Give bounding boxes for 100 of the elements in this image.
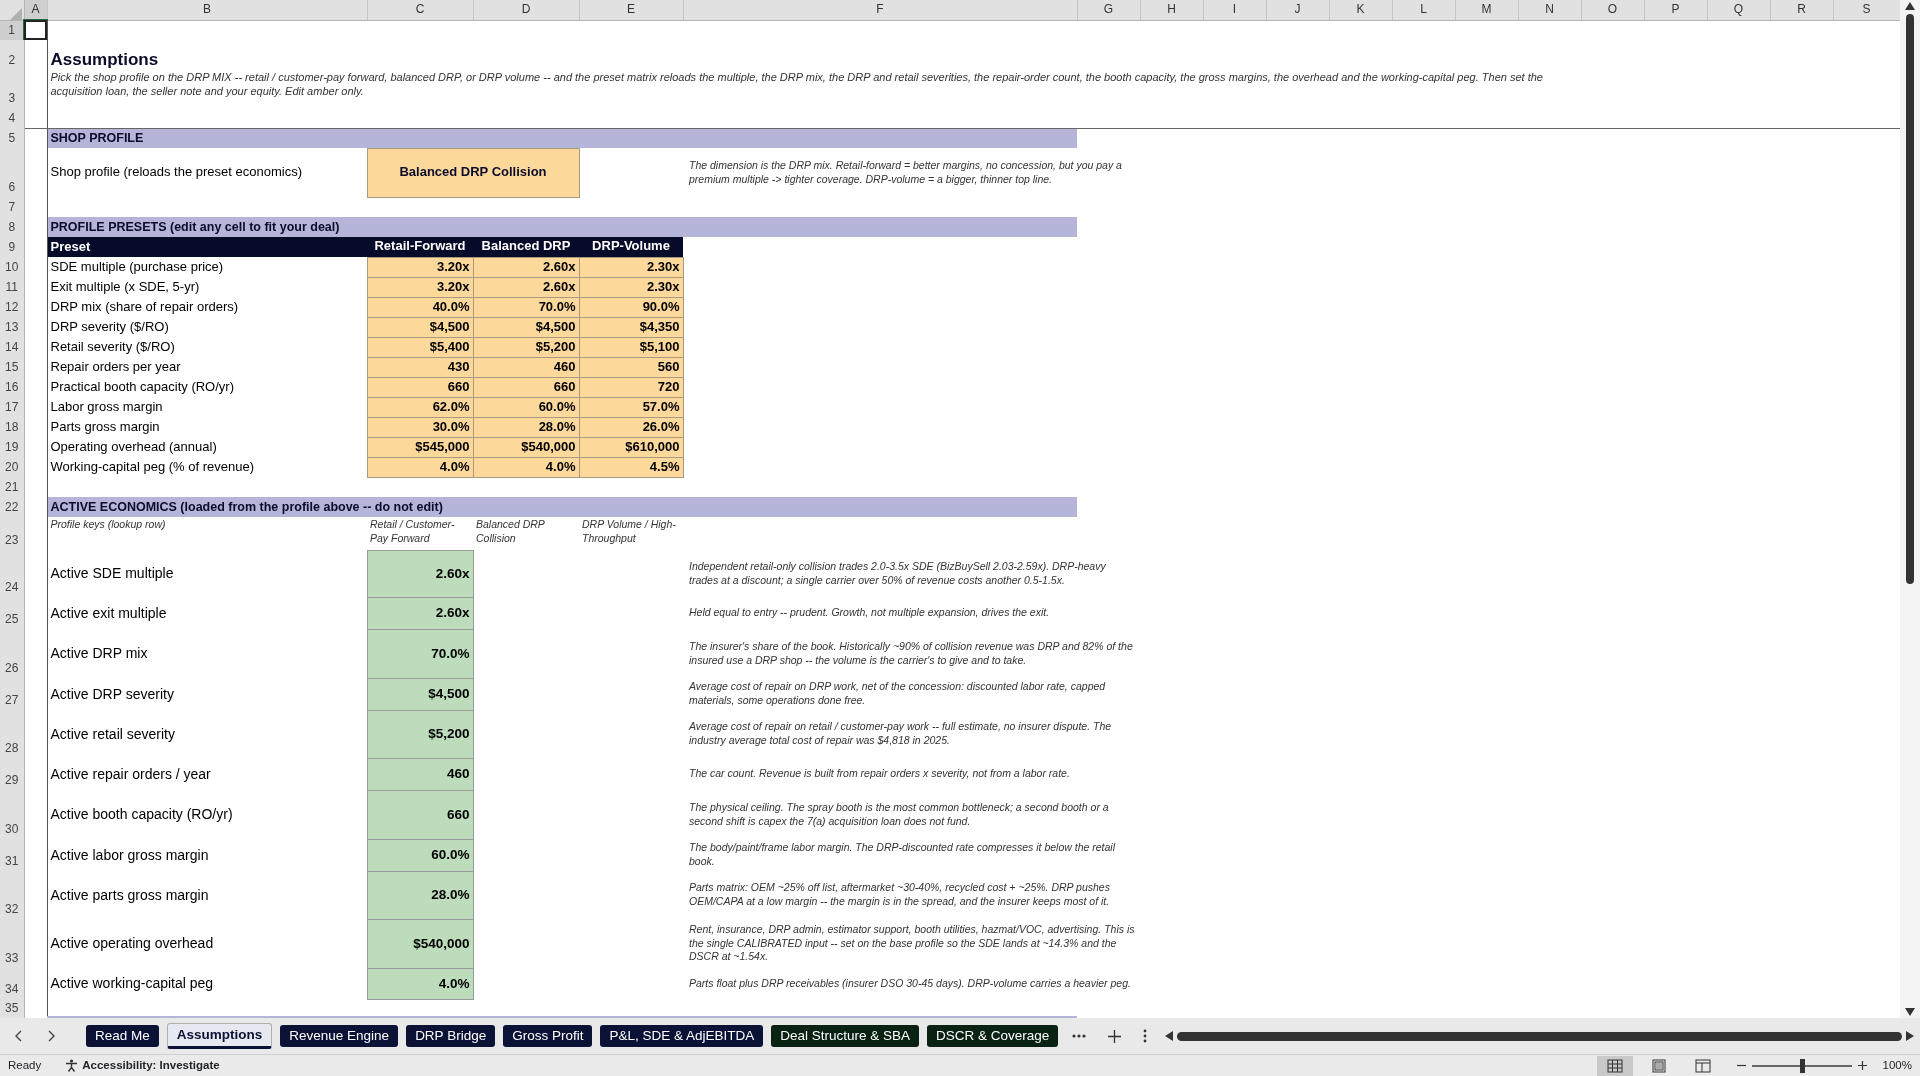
row-number[interactable]: 10	[0, 257, 24, 277]
input-cell[interactable]: 2.30x	[579, 257, 683, 277]
view-button[interactable]	[1596, 1055, 1633, 1076]
column-header[interactable]: K	[1329, 0, 1392, 20]
row-number[interactable]: 32	[0, 871, 24, 919]
column-header[interactable]: J	[1266, 0, 1329, 20]
row-number[interactable]: 15	[0, 357, 24, 377]
row-number[interactable]: 21	[0, 477, 24, 497]
column-header[interactable]: L	[1392, 0, 1455, 20]
input-cell[interactable]: 2.60x	[473, 257, 579, 277]
row-number[interactable]: 13	[0, 317, 24, 337]
zoom-level[interactable]: 100%	[1882, 1056, 1912, 1075]
input-cell[interactable]: 30.0%	[367, 417, 473, 437]
menu-icon[interactable]	[1143, 1029, 1148, 1043]
row-number[interactable]: 22	[0, 497, 24, 517]
section-header: ACTIVE ECONOMICS (loaded from the profile above -- do not edit)	[47, 497, 1077, 517]
value-cell: 2.60x	[367, 550, 473, 597]
row-number[interactable]: 11	[0, 277, 24, 297]
row-number[interactable]: 23	[0, 517, 24, 550]
zoom-in-icon[interactable]	[1857, 1061, 1867, 1070]
add-sheet-icon[interactable]	[1108, 1029, 1122, 1043]
input-cell[interactable]: $4,500	[367, 317, 473, 337]
column-header[interactable]: I	[1203, 0, 1266, 20]
accessibility-status[interactable]: Accessibility: Investigate	[82, 1056, 220, 1075]
row-number[interactable]: 26	[0, 629, 24, 678]
input-cell[interactable]: 430	[367, 357, 473, 377]
row-number[interactable]: 20	[0, 457, 24, 477]
row-number[interactable]: 5	[0, 128, 24, 148]
row-number[interactable]: 7	[0, 197, 24, 217]
note-text: Average cost of repair on retail / customer-pay work -- full estimate, no insurer dispute. The industry average total cost of repair was $4,818 in 2025.	[687, 719, 1113, 748]
input-cell[interactable]: $545,000	[367, 437, 473, 457]
profile-select[interactable]: Balanced DRP Collision	[367, 148, 579, 197]
row-number[interactable]: 2	[0, 40, 24, 70]
row-number[interactable]: 17	[0, 397, 24, 417]
row-number[interactable]: 12	[0, 297, 24, 317]
row-number[interactable]: 6	[0, 148, 24, 197]
previous-sheet-icon[interactable]	[14, 1030, 24, 1042]
scroll-right-icon[interactable]	[1906, 1031, 1914, 1041]
row-number[interactable]: 4	[0, 108, 24, 128]
column-header[interactable]: P	[1644, 0, 1707, 20]
input-cell[interactable]: 62.0%	[367, 397, 473, 417]
row-number[interactable]: 19	[0, 437, 24, 457]
column-header[interactable]: E	[579, 0, 683, 20]
input-cell[interactable]: 4.0%	[367, 457, 473, 477]
horizontal-scrollbar[interactable]	[1177, 1031, 1902, 1041]
input-cell[interactable]: $5,400	[367, 337, 473, 357]
row-number[interactable]: 3	[0, 70, 24, 108]
selected-cell[interactable]	[24, 20, 47, 40]
row-number[interactable]: 30	[0, 790, 24, 839]
row-number[interactable]: 24	[0, 550, 24, 597]
input-cell[interactable]: 660	[367, 377, 473, 397]
row-number[interactable]: 1	[0, 20, 24, 40]
row-number[interactable]: 31	[0, 839, 24, 871]
normal-view-icon	[1606, 1058, 1623, 1073]
sheet-tab[interactable]: DRP Bridge	[406, 1024, 496, 1048]
column-header[interactable]: M	[1455, 0, 1518, 20]
scroll-up-icon[interactable]	[1905, 2, 1915, 10]
input-cell[interactable]: 3.20x	[367, 257, 473, 277]
row-number[interactable]: 27	[0, 678, 24, 710]
sheet-tab[interactable]: Deal Structure & SBA	[771, 1024, 920, 1048]
row-label: Repair orders per year	[47, 357, 367, 377]
column-header[interactable]: B	[47, 0, 367, 20]
sheet-tab[interactable]: Revenue Engine	[280, 1024, 399, 1048]
row-number[interactable]: 9	[0, 237, 24, 257]
column-header[interactable]: A	[24, 0, 47, 20]
column-header[interactable]: H	[1140, 0, 1203, 20]
input-cell[interactable]: 40.0%	[367, 297, 473, 317]
column-header[interactable]: D	[473, 0, 579, 20]
column-header[interactable]: G	[1077, 0, 1140, 20]
input-cell[interactable]: 3.20x	[367, 277, 473, 297]
row-number[interactable]: 16	[0, 377, 24, 397]
next-sheet-icon[interactable]	[46, 1030, 56, 1042]
row-number[interactable]: 25	[0, 597, 24, 629]
sheet-tab[interactable]: P&L, SDE & AdjEBITDA	[600, 1024, 764, 1048]
scroll-down-icon[interactable]	[1905, 1008, 1915, 1016]
value-cell: 460	[367, 758, 473, 790]
row-number[interactable]: 34	[0, 968, 24, 999]
column-header[interactable]: S	[1833, 0, 1900, 20]
sheet-tab[interactable]: Gross Profit	[503, 1024, 593, 1048]
sheet-tab[interactable]: Read Me	[86, 1024, 159, 1048]
column-header[interactable]: N	[1518, 0, 1581, 20]
column-header[interactable]: O	[1581, 0, 1644, 20]
row-number[interactable]: 29	[0, 758, 24, 790]
column-header[interactable]: Q	[1707, 0, 1770, 20]
row-number[interactable]: 33	[0, 919, 24, 968]
sheet-tab[interactable]: Assumptions	[166, 1022, 273, 1050]
row-number[interactable]: 14	[0, 337, 24, 357]
more-icon[interactable]	[1072, 1034, 1087, 1038]
column-header[interactable]: F	[683, 0, 1077, 20]
scroll-thumb[interactable]	[1906, 14, 1914, 584]
row-number[interactable]: 28	[0, 710, 24, 758]
accessibility-icon[interactable]	[65, 1059, 79, 1072]
column-header[interactable]: R	[1770, 0, 1833, 20]
column-header[interactable]: C	[367, 0, 473, 20]
scroll-left-icon[interactable]	[1165, 1031, 1174, 1041]
sheet-tab[interactable]: DSCR & Coverage	[927, 1024, 1059, 1048]
row-number[interactable]: 18	[0, 417, 24, 437]
row-number[interactable]: 8	[0, 217, 24, 237]
vertical-scrollbar[interactable]	[1900, 0, 1920, 1018]
row-number[interactable]: 35	[0, 999, 24, 1018]
